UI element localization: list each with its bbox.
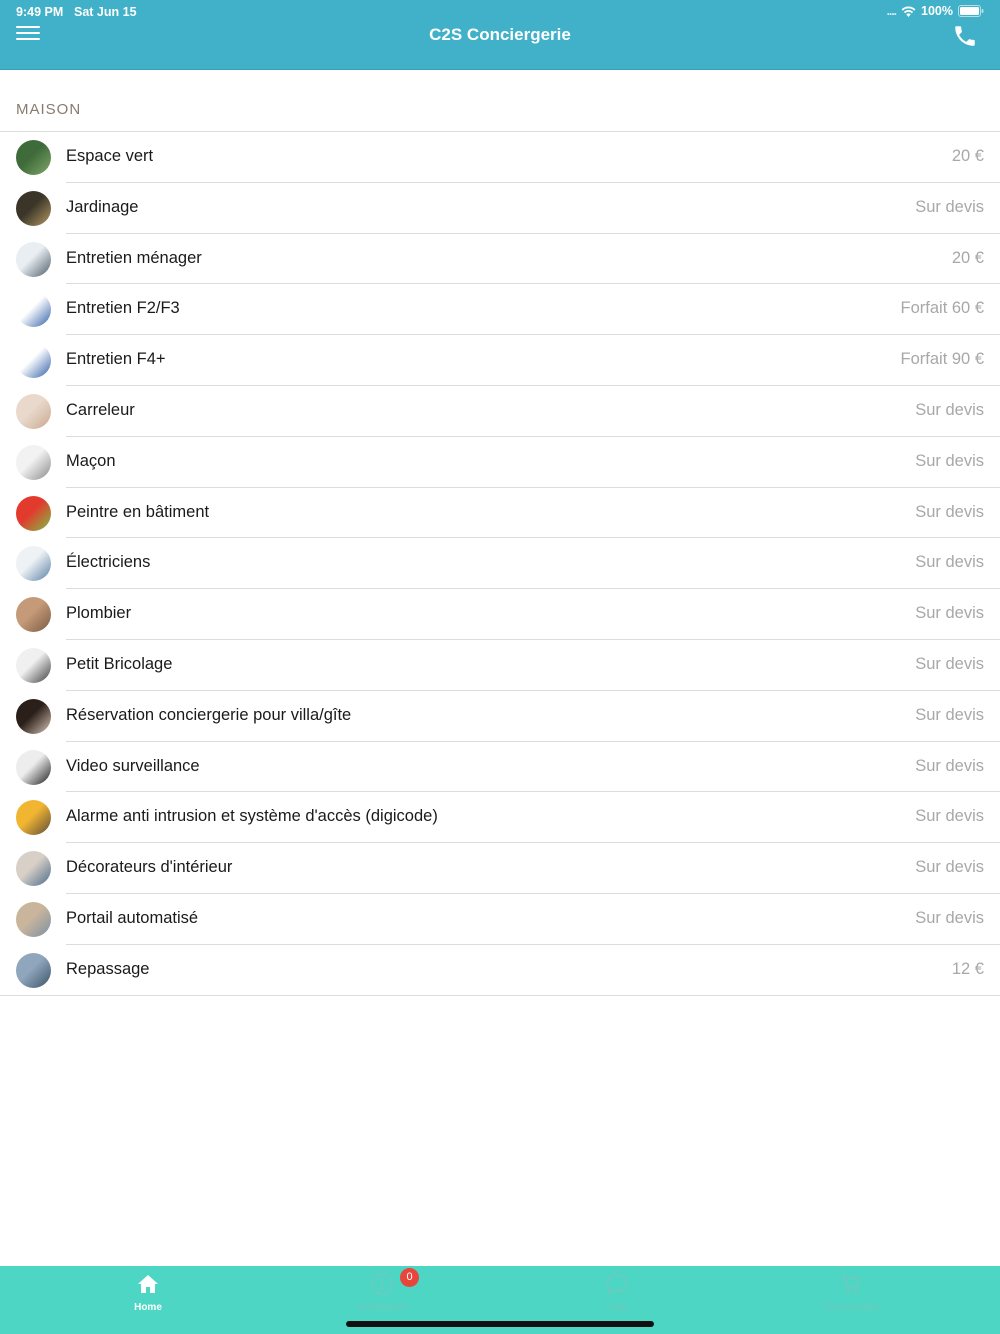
tab-label: Notification: [357, 1302, 407, 1313]
service-thumbnail: [16, 546, 51, 582]
service-thumbnail: [16, 140, 51, 175]
service-thumbnail: [16, 241, 51, 277]
service-label: Peintre en bâtiment: [66, 502, 210, 521]
service-label: Video surveillance: [66, 756, 200, 775]
service-price: Sur devis: [915, 654, 984, 673]
service-price: Sur devis: [915, 451, 984, 470]
service-price: 12 €: [951, 959, 984, 978]
status-date: Sat Jun 15: [74, 5, 137, 19]
section-header: MAISON: [0, 70, 1000, 132]
service-price: Sur devis: [915, 858, 984, 877]
service-price: Sur devis: [915, 807, 984, 826]
service-price: Forfait 90 €: [900, 350, 984, 369]
service-label: Entretien ménager: [66, 248, 202, 267]
service-price: Sur devis: [915, 756, 984, 775]
list-item[interactable]: Réservation conciergerie pour villa/gîte…: [0, 691, 1000, 742]
service-price: Sur devis: [915, 705, 984, 724]
service-price: Sur devis: [915, 400, 984, 419]
service-label: Plombier: [66, 604, 132, 623]
service-thumbnail: [16, 952, 51, 988]
service-label: Électriciens: [66, 553, 151, 572]
service-label: Décorateurs d'intérieur: [66, 858, 233, 877]
info-icon: [371, 1273, 393, 1295]
list-item[interactable]: Entretien F2/F3 Forfait 60 €: [0, 284, 1000, 336]
list-item[interactable]: Carreleur Sur devis: [0, 386, 1000, 437]
row-divider: [0, 994, 1000, 996]
list-item[interactable]: Maçon Sur devis: [0, 437, 1000, 488]
service-price: Forfait 60 €: [900, 299, 984, 318]
list-item[interactable]: Entretien ménager 20 €: [0, 234, 1000, 285]
notification-badge: 0: [400, 1268, 419, 1287]
service-thumbnail: [16, 343, 51, 379]
service-label: Réservation conciergerie pour villa/gîte: [66, 705, 352, 724]
tab-home[interactable]: Home: [23, 1266, 273, 1334]
service-thumbnail: [16, 647, 51, 683]
navigation-header: 9:49 PM Sat Jun 15 .... 100% C2S Concier…: [0, 0, 1000, 70]
service-thumbnail: [16, 901, 51, 937]
service-price: Sur devis: [915, 604, 984, 623]
service-price: Sur devis: [915, 502, 984, 521]
list-item[interactable]: Décorateurs d'intérieur Sur devis: [0, 843, 1000, 894]
status-time: 9:49 PM: [16, 5, 64, 19]
list-item[interactable]: Repassage 12 €: [0, 945, 1000, 996]
service-price: 20 €: [951, 248, 984, 267]
status-bar: 9:49 PM Sat Jun 15 .... 100%: [0, 0, 1000, 22]
list-item[interactable]: Jardinage Sur devis: [0, 183, 1000, 234]
wifi-icon: [901, 6, 916, 17]
service-thumbnail: [16, 444, 51, 480]
list-item[interactable]: Petit Bricolage Sur devis: [0, 640, 1000, 691]
service-label: Petit Bricolage: [66, 654, 173, 673]
service-label: Entretien F2/F3: [66, 299, 180, 318]
phone-icon[interactable]: [952, 23, 978, 49]
battery-icon: [958, 5, 984, 17]
tab-label: Home: [134, 1302, 162, 1313]
list-item[interactable]: Portail automatisé Sur devis: [0, 894, 1000, 945]
service-price: 20 €: [951, 147, 984, 165]
chat-bubble-icon: [606, 1273, 628, 1295]
service-label: Carreleur: [66, 400, 135, 419]
service-label: Maçon: [66, 451, 116, 470]
service-thumbnail: [16, 597, 51, 633]
tab-commandes[interactable]: Commandes: [726, 1266, 976, 1334]
service-thumbnail: [16, 749, 51, 785]
home-icon: [138, 1275, 158, 1293]
tab-label: Chat: [606, 1302, 628, 1313]
service-thumbnail: [16, 698, 51, 734]
service-thumbnail: [16, 851, 51, 887]
service-label: Alarme anti intrusion et système d'accès…: [66, 807, 438, 826]
service-thumbnail: [16, 393, 51, 429]
service-price: Sur devis: [915, 197, 984, 216]
cart-icon: [841, 1274, 861, 1294]
list-item[interactable]: Alarme anti intrusion et système d'accès…: [0, 792, 1000, 844]
list-item[interactable]: Peintre en bâtiment Sur devis: [0, 488, 1000, 539]
page-title: C2S Conciergerie: [429, 25, 571, 44]
list-item[interactable]: Plombier Sur devis: [0, 589, 1000, 640]
service-thumbnail: [16, 800, 51, 836]
home-indicator: [346, 1321, 654, 1327]
status-indicators: .... 100%: [887, 4, 984, 18]
battery-percent: 100%: [921, 4, 953, 18]
section-title: MAISON: [16, 101, 82, 118]
service-price: Sur devis: [915, 908, 984, 927]
service-thumbnail: [16, 292, 51, 328]
service-label: Espace vert: [66, 147, 154, 165]
cellular-signal-icon: ....: [886, 4, 897, 18]
list-item[interactable]: Espace vert 20 €: [0, 132, 1000, 183]
tab-label: Commandes: [822, 1302, 880, 1313]
list-item[interactable]: Entretien F4+ Forfait 90 €: [0, 335, 1000, 386]
service-label: Portail automatisé: [66, 908, 199, 927]
service-label: Repassage: [66, 959, 150, 978]
list-item[interactable]: Électriciens Sur devis: [0, 538, 1000, 590]
service-label: Jardinage: [66, 197, 139, 216]
list-item[interactable]: Video surveillance Sur devis: [0, 742, 1000, 793]
service-label: Entretien F4+: [66, 350, 166, 369]
service-thumbnail: [16, 190, 51, 226]
service-list: Espace vert 20 € Jardinage Sur devis Entreti…: [0, 132, 1000, 996]
service-price: Sur devis: [915, 553, 984, 572]
service-thumbnail: [16, 495, 51, 531]
